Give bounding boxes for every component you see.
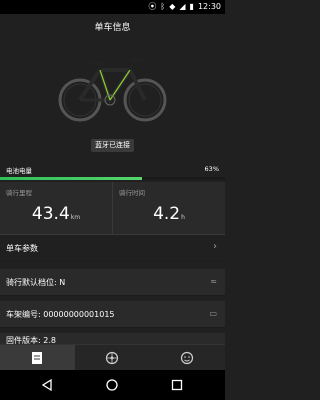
barcode-icon: ▭ xyxy=(209,309,217,318)
bottom-tab-bar xyxy=(0,344,225,371)
frame-number-row[interactable]: 车架编号: 00000000001015 ▭ xyxy=(0,301,225,328)
frame-number-text: 车架编号: 00000000001015 xyxy=(6,310,115,319)
clock: 12:30 xyxy=(197,2,221,11)
time-unit: h xyxy=(181,214,185,221)
battery-percent: 63% xyxy=(204,165,219,173)
battery-label: 电池电量 xyxy=(6,167,32,175)
bluetooth-icon: ᛒ xyxy=(160,2,166,11)
distance-stat: 骑行里程 43.4km xyxy=(0,182,113,234)
distance-value: 43.4 xyxy=(31,204,70,224)
time-label: 骑行时间 xyxy=(119,189,145,197)
page-title: 单车信息 xyxy=(94,23,131,33)
wifi-icon: ◆ xyxy=(169,2,176,11)
section-title: 单车参数 xyxy=(6,244,38,253)
wheel-icon xyxy=(105,351,119,365)
back-icon[interactable] xyxy=(40,378,54,392)
bluetooth-status-button[interactable]: 蓝牙已连接 xyxy=(91,139,134,152)
distance-unit: km xyxy=(70,214,81,221)
app-header: 单车信息 xyxy=(0,14,225,40)
time-stat: 骑行时间 4.2h xyxy=(113,182,225,234)
ride-stats: 骑行里程 43.4km 骑行时间 4.2h xyxy=(0,182,225,235)
battery-bar xyxy=(0,177,225,180)
distance-label: 骑行里程 xyxy=(6,189,32,197)
document-icon xyxy=(32,352,42,364)
status-bar: ⦿ ᛒ ◆ ◢ ▮ 12:30 xyxy=(0,0,225,14)
battery-icon: ▮ xyxy=(189,2,194,11)
bike-params-section[interactable]: 单车参数 › xyxy=(0,235,225,262)
time-value: 4.2 xyxy=(153,204,181,224)
default-gear-row[interactable]: 骑行默认档位: N ≈ xyxy=(0,269,225,296)
signal-icon: ◢ xyxy=(179,2,186,11)
tab-profile[interactable] xyxy=(150,345,225,371)
default-gear-text: 骑行默认档位: N xyxy=(6,278,66,287)
chevron-right-icon: › xyxy=(213,241,217,252)
wifi-arc-icon: ≈ xyxy=(210,277,217,286)
tab-bike-info[interactable] xyxy=(0,345,75,371)
location-icon: ⦿ xyxy=(148,2,157,11)
bike-image xyxy=(0,40,225,135)
system-nav-bar xyxy=(0,370,225,400)
recents-icon[interactable] xyxy=(170,378,184,392)
home-icon[interactable] xyxy=(105,378,119,392)
tab-ride[interactable] xyxy=(75,345,150,371)
face-icon xyxy=(180,351,194,365)
battery-bar-fill xyxy=(0,177,142,180)
